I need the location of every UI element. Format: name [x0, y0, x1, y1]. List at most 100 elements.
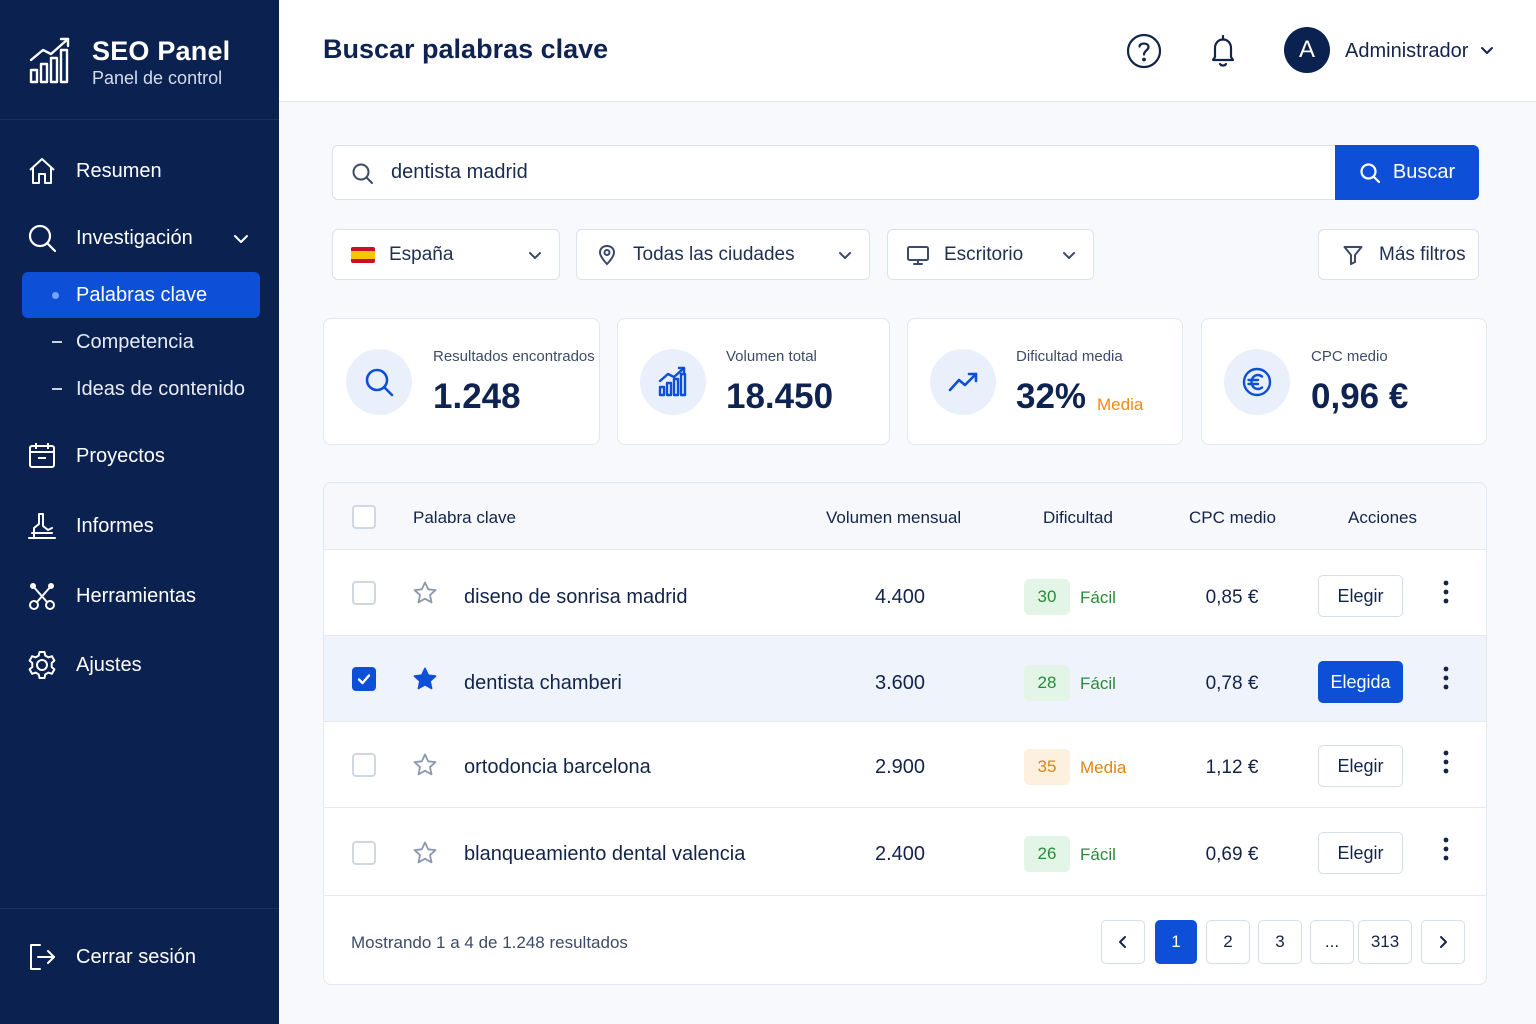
star-filled-icon[interactable]: [412, 666, 438, 692]
chevron-down-icon: [529, 252, 541, 259]
keyword-text: diseno de sonrisa madrid: [464, 586, 688, 608]
search-button[interactable]: Buscar: [1335, 145, 1479, 200]
chevron-down-icon[interactable]: [232, 230, 250, 248]
top-header: Buscar palabras clave A Administrador: [279, 0, 1536, 102]
pagination-summary: Mostrando 1 a 4 de 1.248 resultados: [351, 933, 628, 952]
bar-chart-icon: [658, 366, 687, 397]
page-button-1[interactable]: 1: [1155, 920, 1197, 964]
logout-icon: [30, 944, 55, 970]
gear-icon: [28, 651, 56, 679]
more-filters-label: Más filtros: [1379, 243, 1466, 265]
more-vertical-icon[interactable]: [1436, 579, 1456, 605]
chart-icon: [28, 513, 56, 539]
page-button-3[interactable]: 3: [1258, 920, 1302, 964]
column-header-cpc[interactable]: CPC medio: [1189, 508, 1276, 528]
choose-button[interactable]: Elegir: [1318, 575, 1403, 617]
volume-value: 2.400: [874, 843, 926, 865]
page-button-2[interactable]: 2: [1206, 920, 1250, 964]
difficulty-label: Media: [1080, 758, 1127, 777]
euro-icon: [1242, 367, 1272, 397]
row-checkbox[interactable]: [352, 581, 376, 605]
column-header-keyword[interactable]: Palabra clave: [413, 508, 516, 528]
search-icon: [28, 224, 57, 253]
stat-card-difficulty: Dificultad media 32% Media: [907, 318, 1183, 445]
table-row: diseno de sonrisa madrid 4.400 30 Fácil …: [324, 550, 1486, 636]
brand-subtitle: Panel de control: [92, 68, 223, 88]
star-icon[interactable]: [412, 840, 438, 866]
stat-label: Resultados encontrados: [433, 348, 595, 365]
location-pin-icon: [598, 244, 616, 265]
home-icon: [29, 158, 55, 184]
select-all-checkbox[interactable]: [352, 505, 376, 529]
sidebar-subitem-palabras-clave[interactable]: Palabras clave: [22, 272, 260, 318]
page-title: Buscar palabras clave: [323, 34, 609, 64]
star-icon[interactable]: [412, 752, 438, 778]
sidebar-subitem-label: Palabras clave: [76, 283, 208, 306]
logout-label: Cerrar sesión: [76, 945, 197, 968]
sidebar-item-informes[interactable]: Informes: [26, 510, 154, 542]
column-header-difficulty[interactable]: Dificultad: [1043, 508, 1113, 528]
city-select[interactable]: Todas las ciudades: [576, 229, 870, 280]
choose-button[interactable]: Elegir: [1318, 832, 1403, 874]
row-checkbox[interactable]: [352, 753, 376, 777]
sidebar-item-herramientas[interactable]: Herramientas: [26, 580, 196, 612]
volume-value: 3.600: [874, 672, 926, 694]
choose-button[interactable]: Elegir: [1318, 745, 1403, 787]
more-vertical-icon[interactable]: [1436, 836, 1456, 862]
stat-label: CPC medio: [1311, 348, 1388, 365]
cpc-value: 0,78 €: [1205, 673, 1259, 694]
prev-page-button[interactable]: [1101, 920, 1145, 964]
logout-button[interactable]: Cerrar sesión: [26, 941, 196, 973]
sidebar-item-ajustes[interactable]: Ajustes: [26, 649, 142, 681]
sidebar-item-proyectos[interactable]: Proyectos: [26, 440, 165, 472]
difficulty-badge: 35: [1024, 749, 1070, 785]
star-icon[interactable]: [412, 580, 438, 606]
sidebar-item-investigacion[interactable]: Investigación: [26, 222, 193, 254]
table-row: blanqueamiento dental valencia 2.400 26 …: [324, 808, 1486, 896]
cpc-value: 0,85 €: [1205, 587, 1259, 608]
search-button-label: Buscar: [1392, 161, 1456, 183]
cpc-value: 0,69 €: [1205, 844, 1259, 865]
keywords-table: Palabra clave Volumen mensual Dificultad…: [323, 482, 1487, 985]
sidebar-item-resumen[interactable]: Resumen: [26, 155, 162, 187]
avatar[interactable]: A: [1284, 27, 1330, 73]
row-checkbox[interactable]: [352, 667, 376, 691]
dash-icon: [52, 388, 62, 390]
column-header-actions: Acciones: [1348, 508, 1417, 527]
column-header-volume[interactable]: Volumen mensual: [826, 508, 961, 528]
device-select[interactable]: Escritorio: [887, 229, 1094, 280]
next-page-button[interactable]: [1421, 920, 1465, 964]
dash-icon: [52, 341, 62, 343]
sidebar-item-label: Ajustes: [76, 653, 142, 676]
search-icon: [365, 368, 394, 397]
sidebar-subitem-ideas[interactable]: Ideas de contenido: [22, 366, 260, 412]
bell-icon[interactable]: [1204, 32, 1242, 70]
user-menu[interactable]: Administrador: [1345, 40, 1468, 63]
sidebar-item-label: Resumen: [76, 159, 162, 182]
stat-label: Dificultad media: [1016, 348, 1123, 365]
trend-up-icon: [948, 372, 978, 392]
help-icon[interactable]: [1125, 32, 1163, 70]
table-row: ortodoncia barcelona 2.900 35 Media 1,12…: [324, 722, 1486, 808]
stat-card-cpc: CPC medio 0,96 €: [1201, 318, 1487, 445]
more-vertical-icon[interactable]: [1436, 665, 1456, 691]
sidebar-subitem-competencia[interactable]: Competencia: [22, 319, 260, 365]
row-checkbox[interactable]: [352, 841, 376, 865]
spain-flag-icon: [351, 246, 375, 263]
volume-value: 2.900: [874, 756, 926, 778]
sidebar-item-label: Informes: [76, 514, 154, 537]
search-input[interactable]: [391, 146, 1311, 199]
city-select-value: Todas las ciudades: [633, 243, 795, 265]
volume-value: 4.400: [874, 586, 926, 608]
more-filters-button[interactable]: Más filtros: [1318, 229, 1479, 280]
more-vertical-icon[interactable]: [1436, 749, 1456, 775]
table-row: dentista chamberi 3.600 28 Fácil 0,78 € …: [324, 636, 1486, 722]
chosen-button[interactable]: Elegida: [1318, 661, 1403, 703]
sidebar-item-label: Investigación: [76, 226, 193, 249]
page-button-last[interactable]: 313: [1358, 920, 1412, 964]
difficulty-level-tag: Media: [1097, 395, 1144, 414]
stat-value: 32%: [1016, 377, 1087, 416]
active-dot-icon: [52, 291, 59, 299]
chevron-down-icon[interactable]: [1479, 43, 1495, 59]
country-select[interactable]: España: [332, 229, 560, 280]
